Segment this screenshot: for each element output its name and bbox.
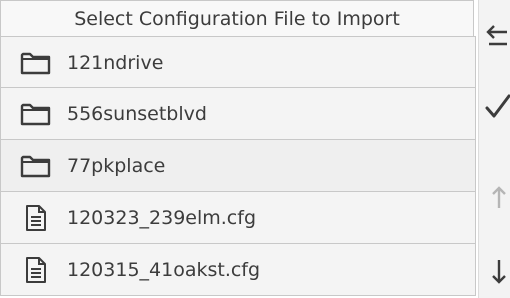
file-name: 120323_239elm.cfg: [67, 207, 257, 229]
dialog-title: Select Configuration File to Import: [0, 0, 474, 36]
list-item-folder[interactable]: 556sunsetblvd: [0, 88, 476, 140]
file-name: 121ndrive: [67, 52, 164, 74]
back-arrow-icon: [486, 25, 507, 46]
back-button[interactable]: [479, 18, 510, 52]
document-icon: [26, 205, 46, 231]
arrow-down-icon: [492, 260, 506, 284]
scroll-down-button[interactable]: [479, 256, 510, 290]
file-name: 556sunsetblvd: [67, 103, 207, 125]
folder-icon: [20, 103, 51, 126]
scroll-up-button[interactable]: [479, 180, 510, 214]
checkmark-icon: [485, 94, 510, 118]
file-name: 77pkplace: [67, 155, 166, 177]
folder-icon: [20, 52, 51, 75]
list-item-file[interactable]: 120323_239elm.cfg: [0, 192, 476, 244]
confirm-button[interactable]: [479, 90, 510, 124]
arrow-up-icon: [492, 186, 506, 208]
list-item-file[interactable]: 120315_41oakst.cfg: [0, 244, 476, 296]
file-list: 121ndrive 556sunsetblvd 77pkplace 120323…: [0, 36, 476, 296]
file-name: 120315_41oakst.cfg: [67, 259, 261, 281]
document-icon: [26, 257, 46, 283]
file-import-dialog: Select Configuration File to Import 121n…: [0, 0, 478, 298]
list-item-folder[interactable]: 121ndrive: [0, 36, 476, 88]
list-item-folder[interactable]: 77pkplace: [0, 140, 476, 192]
side-toolbar: [478, 0, 510, 298]
folder-icon: [20, 155, 51, 178]
